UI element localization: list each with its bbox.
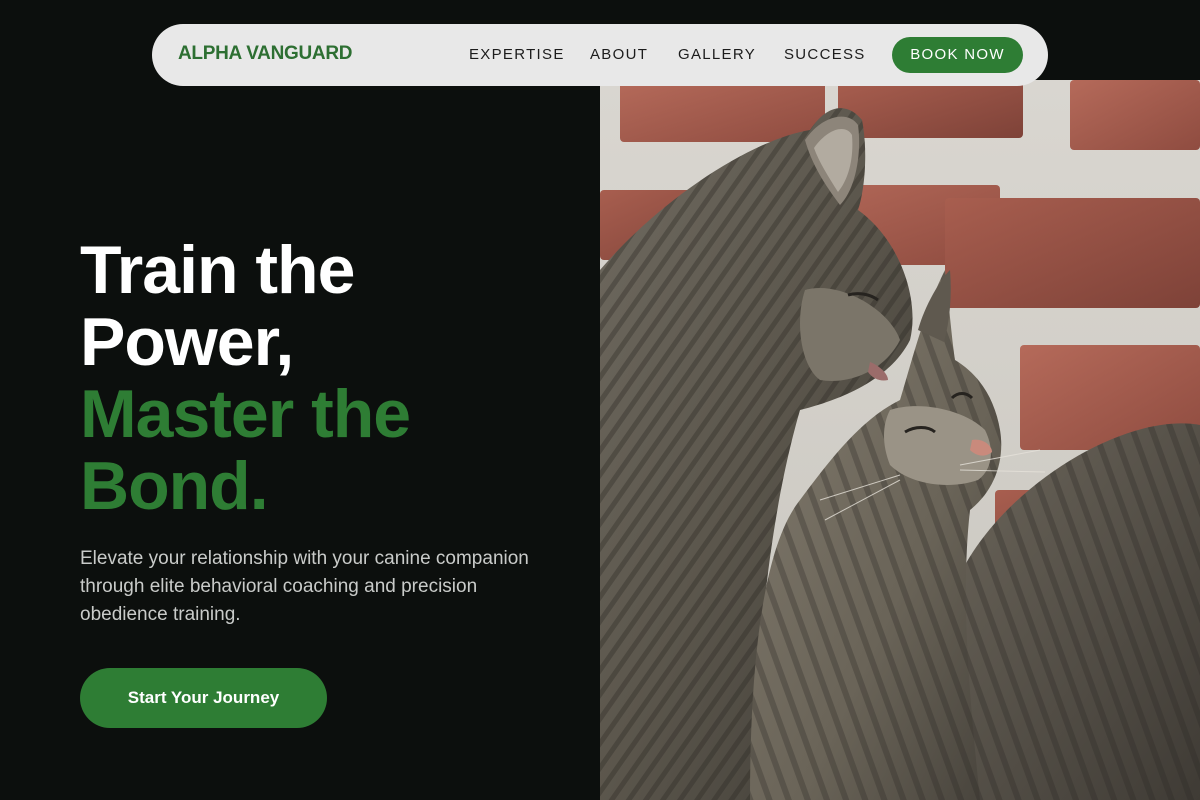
nav-link-about[interactable]: ABOUT (590, 46, 648, 63)
headline-line-3: Master the (80, 376, 411, 452)
nav-link-success[interactable]: SUCCESS (784, 46, 866, 63)
navbar: ALPHA VANGUARD EXPERTISE ABOUT GALLERY S… (152, 24, 1048, 86)
hero-image (600, 80, 1200, 800)
hero-headline: Train the Power, Master the Bond. (80, 232, 411, 524)
nav-link-expertise[interactable]: EXPERTISE (469, 46, 565, 63)
book-now-button[interactable]: BOOK NOW (892, 37, 1023, 73)
cats-photo (600, 80, 1200, 800)
hero-subtext: Elevate your relationship with your cani… (80, 548, 529, 625)
headline-line-1: Train the (80, 232, 355, 308)
headline-line-4: Bond. (80, 448, 269, 524)
nav-link-gallery[interactable]: GALLERY (678, 46, 756, 63)
start-journey-button[interactable]: Start Your Journey (80, 668, 327, 728)
headline-line-2: Power, (80, 304, 294, 380)
brand-logo[interactable]: ALPHA VANGUARD (178, 43, 352, 65)
